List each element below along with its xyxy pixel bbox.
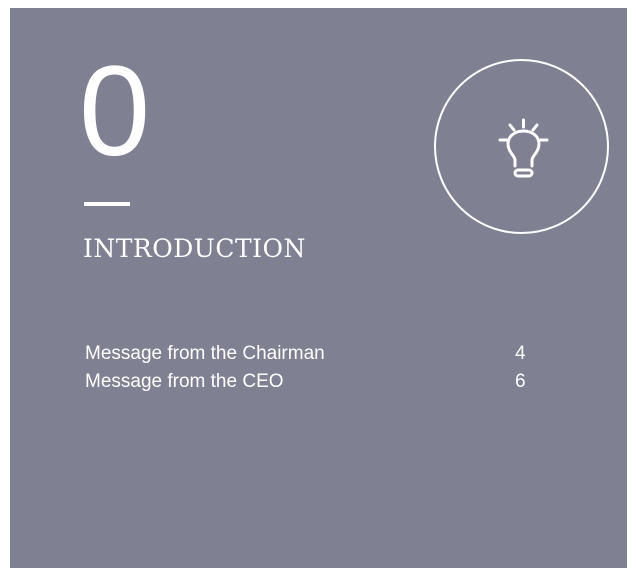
title-rule [84, 202, 130, 206]
section-panel: 0 INTRODUCTION Message from the Chairman… [10, 8, 627, 568]
toc-item-page: 4 [515, 343, 526, 364]
toc-item-label: Message from the CEO [85, 371, 284, 392]
toc-item[interactable]: Message from the CEO 6 [85, 368, 545, 396]
toc-item-label: Message from the Chairman [85, 343, 325, 364]
lightbulb-icon [498, 118, 549, 178]
icon-badge [434, 59, 609, 234]
toc-item-page: 6 [515, 371, 526, 392]
toc-item[interactable]: Message from the Chairman 4 [85, 340, 545, 368]
section-title: INTRODUCTION [83, 234, 306, 263]
table-of-contents: Message from the Chairman 4 Message from… [85, 340, 545, 396]
section-number: 0 [79, 40, 151, 183]
